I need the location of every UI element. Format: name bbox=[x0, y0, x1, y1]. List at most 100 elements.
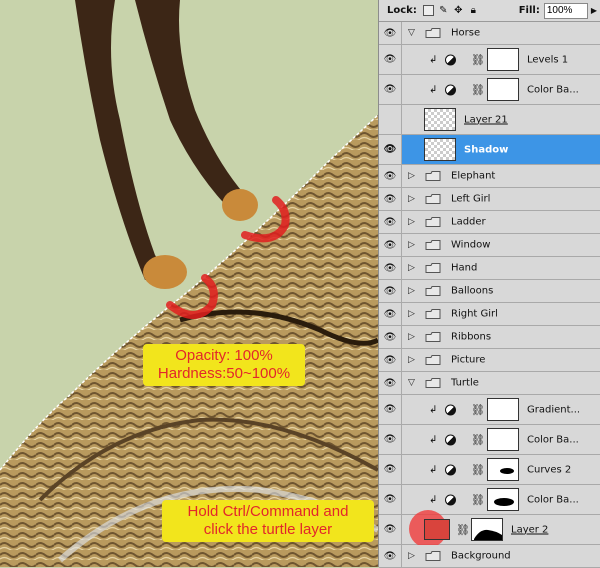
collapsed-triangle-icon[interactable]: ▷ bbox=[408, 171, 415, 181]
collapsed-triangle-icon[interactable]: ▷ bbox=[408, 309, 415, 319]
layer-levels-1[interactable]: 👁︎ ↲ ⛓︎ Levels 1 bbox=[379, 45, 600, 75]
folder-icon bbox=[425, 217, 441, 227]
eye-icon[interactable]: 👁︎ bbox=[379, 211, 402, 233]
eye-icon[interactable]: 👁︎ bbox=[379, 545, 402, 567]
lock-label: Lock: bbox=[387, 5, 417, 16]
eye-icon[interactable]: 👁︎ bbox=[379, 45, 402, 74]
clipping-arrow-icon: ↲ bbox=[429, 464, 438, 475]
layer-group-right-girl[interactable]: 👁︎ ▷ Right Girl bbox=[379, 303, 600, 326]
eye-icon[interactable]: 👁︎ bbox=[379, 485, 402, 514]
ctrl-click-note: Hold Ctrl/Command and click the turtle l… bbox=[162, 500, 374, 542]
layer-group-background[interactable]: 👁︎ ▷ Background bbox=[379, 545, 600, 568]
layer-shadow[interactable]: 👁︎ Shadow bbox=[379, 135, 600, 165]
eye-icon[interactable]: 👁︎ bbox=[379, 22, 402, 44]
layer-mask-thumbnail[interactable] bbox=[487, 398, 519, 421]
eye-icon[interactable]: 👁︎ bbox=[379, 257, 402, 279]
eye-icon[interactable]: 👁︎ bbox=[379, 280, 402, 302]
brush-hardness-text: Hardness:50~100% bbox=[157, 365, 291, 382]
adjustment-layer-icon bbox=[445, 434, 456, 445]
fill-dropdown-icon[interactable]: ▶ bbox=[591, 6, 597, 15]
layer-group-turtle[interactable]: 👁︎ ▽ Turtle bbox=[379, 372, 600, 395]
collapsed-triangle-icon[interactable]: ▷ bbox=[408, 332, 415, 342]
eye-icon[interactable]: 👁︎ bbox=[379, 75, 402, 104]
layer-name: Ribbons bbox=[451, 331, 492, 343]
folder-icon bbox=[425, 263, 441, 273]
eye-icon[interactable]: 👁︎ bbox=[379, 395, 402, 424]
adjustment-layer-icon bbox=[445, 404, 456, 415]
layer-mask-thumbnail[interactable] bbox=[487, 428, 519, 451]
folder-icon bbox=[425, 309, 441, 319]
layer-group-window[interactable]: 👁︎ ▷ Window bbox=[379, 234, 600, 257]
eye-icon[interactable]: 👁︎ bbox=[379, 425, 402, 454]
layer-name: Color Ba... bbox=[527, 84, 579, 95]
lock-all-icon[interactable]: 🔒︎ bbox=[468, 5, 479, 16]
collapsed-triangle-icon[interactable]: ▷ bbox=[408, 217, 415, 227]
layer-mask-thumbnail[interactable] bbox=[487, 78, 519, 101]
eye-icon[interactable]: 👁︎ bbox=[379, 515, 402, 544]
collapsed-triangle-icon[interactable]: ▷ bbox=[408, 263, 415, 273]
layer-thumbnail[interactable] bbox=[424, 138, 456, 161]
layer-layer-2[interactable]: 👁︎ ⛓︎ Layer 2 bbox=[379, 510, 600, 548]
layer-group-horse[interactable]: 👁︎ ▽ Horse bbox=[379, 22, 600, 45]
document-canvas[interactable]: Opacity: 100% Hardness:50~100% Hold Ctrl… bbox=[0, 0, 378, 567]
layer-mask-thumbnail[interactable] bbox=[471, 518, 503, 541]
clipping-arrow-icon: ↲ bbox=[429, 404, 438, 415]
eye-icon[interactable]: 👁︎ bbox=[379, 326, 402, 348]
fill-input[interactable] bbox=[543, 2, 588, 19]
layer-group-ladder[interactable]: 👁︎ ▷ Ladder bbox=[379, 211, 600, 234]
collapsed-triangle-icon[interactable]: ▷ bbox=[408, 286, 415, 296]
lock-move-icon[interactable]: ✥ bbox=[453, 5, 464, 16]
layer-group-hand[interactable]: 👁︎ ▷ Hand bbox=[379, 257, 600, 280]
expanded-triangle-icon[interactable]: ▽ bbox=[408, 378, 415, 388]
layer-curves-2[interactable]: 👁︎ ↲ ⛓︎ Curves 2 bbox=[379, 455, 600, 485]
eye-icon[interactable]: 👁︎ bbox=[379, 455, 402, 484]
collapsed-triangle-icon[interactable]: ▷ bbox=[408, 194, 415, 204]
layer-name: Hand bbox=[451, 262, 478, 274]
eye-icon[interactable]: 👁︎ bbox=[379, 135, 402, 164]
layer-group-elephant[interactable]: 👁︎ ▷ Elephant bbox=[379, 165, 600, 188]
folder-icon bbox=[425, 28, 441, 38]
layer-color-balance-turtle-1[interactable]: 👁︎ ↲ ⛓︎ Color Ba... bbox=[379, 425, 600, 455]
folder-icon bbox=[425, 194, 441, 204]
collapsed-triangle-icon[interactable]: ▷ bbox=[408, 551, 415, 561]
eye-icon[interactable]: 👁︎ bbox=[379, 188, 402, 210]
eye-icon[interactable]: 👁︎ bbox=[379, 349, 402, 371]
collapsed-triangle-icon[interactable]: ▷ bbox=[408, 240, 415, 250]
eye-icon[interactable]: 👁︎ bbox=[379, 372, 402, 394]
eye-icon[interactable] bbox=[379, 105, 402, 134]
layer-group-ribbons[interactable]: 👁︎ ▷ Ribbons bbox=[379, 326, 600, 349]
layer-color-balance-turtle-2[interactable]: 👁︎ ↲ ⛓︎ Color Ba... bbox=[379, 485, 600, 515]
lock-paint-icon[interactable]: ✎ bbox=[438, 5, 449, 16]
expanded-triangle-icon[interactable]: ▽ bbox=[408, 28, 415, 38]
eye-icon[interactable]: 👁︎ bbox=[379, 234, 402, 256]
layer-color-balance-horse[interactable]: 👁︎ ↲ ⛓︎ Color Ba... bbox=[379, 75, 600, 105]
layer-name: Horse bbox=[451, 27, 481, 39]
eye-icon[interactable]: 👁︎ bbox=[379, 165, 402, 187]
layer-mask-thumbnail[interactable] bbox=[487, 458, 519, 481]
collapsed-triangle-icon[interactable]: ▷ bbox=[408, 355, 415, 365]
layer-thumbnail[interactable] bbox=[424, 519, 450, 540]
layer-name: Turtle bbox=[451, 377, 479, 389]
layer-mask-thumbnail[interactable] bbox=[487, 488, 519, 511]
layer-name: Color Ba... bbox=[527, 434, 579, 445]
layer-name: Window bbox=[451, 239, 491, 251]
ctrl-instruction-line1: Hold Ctrl/Command and bbox=[187, 503, 349, 520]
layer-thumbnail[interactable] bbox=[424, 108, 456, 131]
layer-name: Curves 2 bbox=[527, 464, 572, 475]
adjustment-layer-icon bbox=[445, 54, 456, 65]
layer-name: Layer 2 bbox=[511, 524, 549, 535]
link-icon: ⛓︎ bbox=[471, 493, 485, 506]
lock-transparent-icon[interactable] bbox=[422, 5, 434, 16]
link-icon: ⛓︎ bbox=[471, 433, 485, 446]
layer-group-balloons[interactable]: 👁︎ ▷ Balloons bbox=[379, 280, 600, 303]
clipping-arrow-icon: ↲ bbox=[429, 494, 438, 505]
layer-name: Ladder bbox=[451, 216, 486, 228]
layer-group-picture[interactable]: 👁︎ ▷ Picture bbox=[379, 349, 600, 372]
eye-icon[interactable]: 👁︎ bbox=[379, 303, 402, 325]
layer-layer-21[interactable]: Layer 21 bbox=[379, 105, 600, 135]
link-icon: ⛓︎ bbox=[471, 83, 485, 96]
layer-group-left-girl[interactable]: 👁︎ ▷ Left Girl bbox=[379, 188, 600, 211]
layer-gradient[interactable]: 👁︎ ↲ ⛓︎ Gradient... bbox=[379, 395, 600, 425]
brush-settings-note: Opacity: 100% Hardness:50~100% bbox=[143, 344, 305, 386]
layer-mask-thumbnail[interactable] bbox=[487, 48, 519, 71]
